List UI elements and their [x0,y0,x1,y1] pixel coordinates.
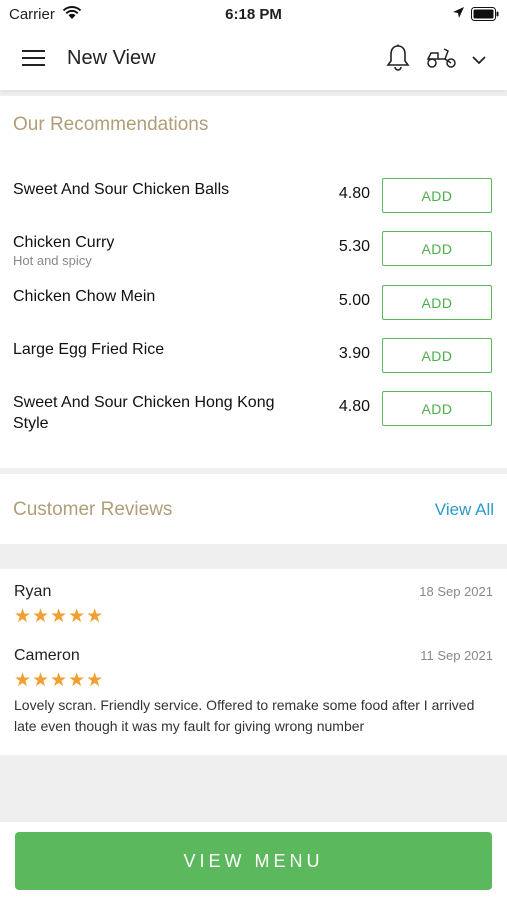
hamburger-menu-icon[interactable] [22,49,46,72]
location-arrow-icon [452,6,465,23]
bottom-action-bar: VIEW MENU [0,822,507,900]
page-title: New View [67,47,156,69]
reviews-header: Customer Reviews View All [0,474,507,544]
add-button[interactable]: ADD [382,231,492,266]
item-name: Chicken Chow Mein [13,288,156,305]
clock: 6:18 PM [225,6,282,23]
notification-bell-icon[interactable] [386,44,410,77]
section-title-recommendations: Our Recommendations [13,114,209,135]
item-description: Hot and spicy [13,253,92,268]
item-price: 5.00 [338,292,370,309]
item-price: 5.30 [338,238,370,255]
section-title-reviews: Customer Reviews [13,499,173,520]
recommendations-section: Our Recommendations Sweet And Sour Chick… [0,96,507,468]
status-bar: Carrier 6:18 PM [0,0,507,28]
item-price: 3.90 [338,345,370,362]
reviewer-name: Ryan [14,583,52,600]
reviews-list: Ryan 18 Sep 2021 ★★★★★ Cameron 11 Sep 20… [0,569,507,755]
reviewer-name: Cameron [14,647,80,664]
star-rating: ★★★★★ [14,606,105,627]
add-button[interactable]: ADD [382,391,492,426]
delivery-scooter-icon[interactable] [426,47,458,74]
review-text: Lovely scran. Friendly service. Offered … [14,697,475,734]
item-price: 4.80 [338,185,370,202]
battery-icon [471,7,499,25]
chevron-down-icon[interactable] [471,52,487,70]
add-button[interactable]: ADD [382,178,492,213]
view-all-reviews-link[interactable]: View All [435,500,494,520]
item-price: 4.80 [338,398,370,415]
review-date: 11 Sep 2021 [420,648,493,663]
item-name: Sweet And Sour Chicken Balls [13,181,230,198]
star-rating: ★★★★★ [14,670,105,691]
review-date: 18 Sep 2021 [419,584,493,599]
item-name: Chicken Curry [13,234,115,251]
item-name: Sweet And Sour Chicken Hong Kong Style [13,394,275,432]
add-button[interactable]: ADD [382,338,492,373]
add-button[interactable]: ADD [382,285,492,320]
item-name: Large Egg Fried Rice [13,341,165,358]
view-menu-button[interactable]: VIEW MENU [15,832,492,890]
top-nav-bar: New View [0,28,507,90]
